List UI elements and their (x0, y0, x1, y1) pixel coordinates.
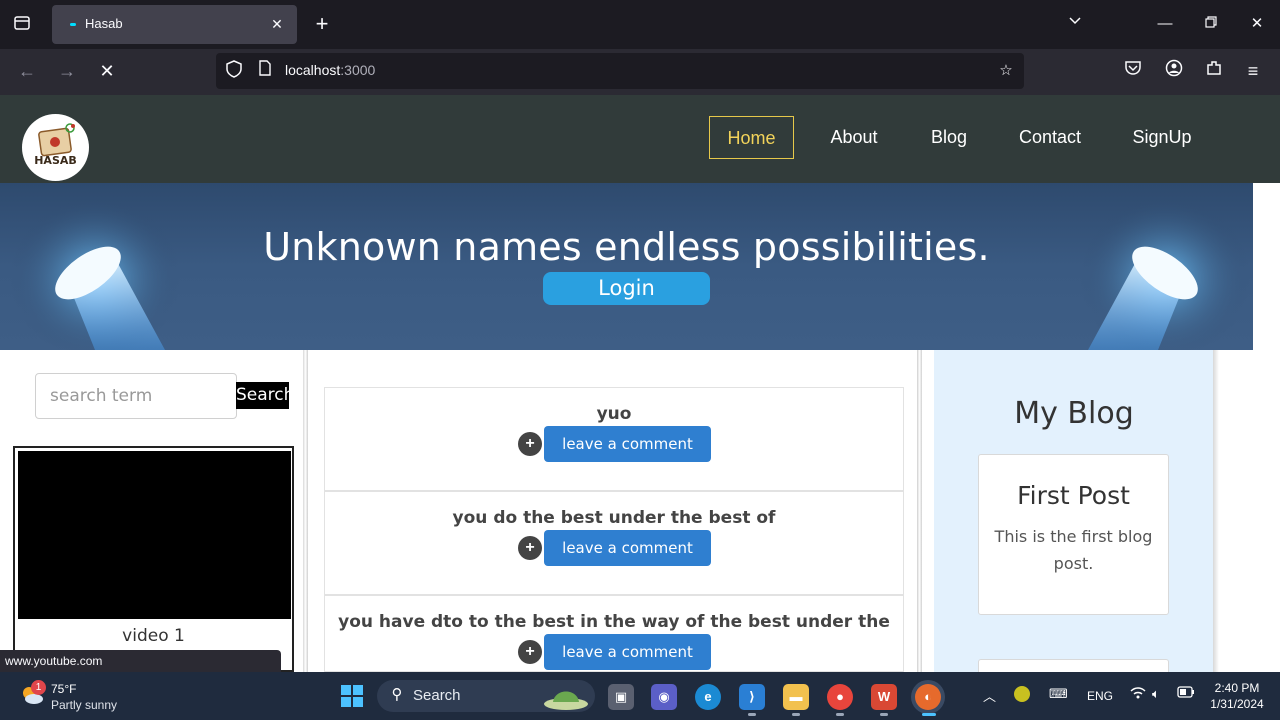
nav-contact[interactable]: Contact (1008, 116, 1092, 159)
back-icon[interactable]: ← (15, 59, 39, 83)
wifi-icon[interactable] (1130, 686, 1146, 703)
app-active-indicator (922, 713, 936, 716)
extensions-icon[interactable] (1202, 59, 1226, 83)
post-card: you do the best under the best of + leav… (324, 491, 904, 595)
wps-office-icon[interactable]: W (871, 684, 897, 710)
add-comment-icon: + (518, 432, 542, 456)
show-hidden-icons-icon[interactable]: ︿ (983, 686, 996, 705)
close-window-icon[interactable]: ✕ (1245, 12, 1269, 36)
tab-close-icon[interactable]: ✕ (267, 14, 287, 34)
browser-tab-bar: Hasab ✕ + — ✕ (0, 0, 1280, 49)
left-sidebar: search term Search video 1 (0, 350, 305, 672)
blog-post-title: First Post (1017, 481, 1130, 510)
search-input[interactable]: search term (35, 373, 237, 419)
start-icon[interactable] (340, 684, 364, 708)
clock-date: 1/31/2024 (1210, 697, 1264, 711)
posts-feed: yuo + leave a comment you do the best un… (308, 350, 918, 672)
nav-blog[interactable]: Blog (920, 116, 978, 159)
shield-icon[interactable] (223, 60, 245, 82)
tab-title: Hasab (85, 16, 123, 31)
minimize-icon[interactable]: — (1153, 12, 1177, 36)
page-scroll-gap (1253, 183, 1280, 350)
add-comment-icon: + (518, 640, 542, 664)
clock-time: 2:40 PM (1214, 681, 1260, 695)
hero-banner: Unknown names endless possibilities. Log… (0, 183, 1253, 350)
post-card: yuo + leave a comment (324, 387, 904, 491)
nav-home[interactable]: Home (709, 116, 794, 159)
logo-emblem-icon (38, 123, 75, 157)
taskbar: 1 75°F Partly sunny ⚲ Search ▣ ◉ e ⟩ ▬ ●… (0, 672, 1280, 720)
search-highlight-icon (544, 691, 588, 710)
blog-heading: My Blog (1014, 396, 1134, 431)
app-running-indicator (748, 713, 756, 716)
taskbar-clock[interactable]: 2:40 PM 1/31/2024 (1206, 680, 1268, 712)
nav-signup[interactable]: SignUp (1122, 116, 1202, 159)
chrome-icon[interactable]: ● (827, 684, 853, 710)
post-card: you have dto to the best in the way of t… (324, 595, 904, 672)
status-url: www.youtube.com (0, 650, 281, 672)
app-running-indicator (880, 713, 888, 716)
blog-post-card[interactable]: First Post This is the first blog post. (978, 454, 1169, 615)
url-text: localhost:3000 (285, 62, 375, 78)
list-all-tabs-icon[interactable] (1063, 12, 1087, 36)
language-indicator[interactable]: ENG (1087, 689, 1113, 703)
tab-loading-icon (70, 23, 76, 26)
site-logo[interactable]: HASAB (22, 114, 89, 181)
browser-toolbar: ← → ✕ localhost:3000 ☆ ≡ (0, 49, 1280, 95)
post-title: yuo (596, 404, 632, 424)
leave-comment-button[interactable]: leave a comment (544, 634, 711, 670)
weather-badge: 1 (31, 680, 46, 695)
browser-tab[interactable]: Hasab ✕ (52, 5, 297, 44)
blog-post-card[interactable] (978, 659, 1169, 672)
firefox-icon[interactable]: ◐ (915, 684, 941, 710)
url-host: localhost (285, 62, 341, 78)
app-running-indicator (836, 713, 844, 716)
page-info-icon[interactable] (254, 60, 276, 82)
volume-icon[interactable]: 🔈︎ (1152, 686, 1160, 702)
bookmark-star-icon[interactable]: ☆ (995, 60, 1017, 82)
menu-icon[interactable]: ≡ (1241, 59, 1265, 83)
video-card: video 1 (13, 446, 294, 672)
blog-sidebar: My Blog First Post This is the first blo… (922, 350, 1280, 672)
address-bar[interactable]: localhost:3000 ☆ (216, 53, 1024, 89)
weather-desc: Partly sunny (51, 698, 118, 712)
add-comment-icon: + (518, 536, 542, 560)
url-port: :3000 (340, 62, 376, 78)
logo-text: HASAB (34, 154, 77, 167)
stop-loading-icon[interactable]: ✕ (95, 59, 119, 83)
restore-icon[interactable] (1199, 12, 1223, 36)
search-icon: ⚲ (391, 686, 403, 703)
blog-post-body: This is the first blog post. (994, 527, 1153, 573)
hero-title: Unknown names endless possibilities. (263, 225, 990, 269)
edge-icon[interactable]: e (695, 684, 721, 710)
app-running-indicator (792, 713, 800, 716)
column-divider (1213, 350, 1219, 672)
video-label: video 1 (122, 626, 185, 646)
post-title: you do the best under the best of (452, 508, 776, 528)
weather-temp: 75°F (51, 682, 77, 696)
task-view-icon[interactable]: ▣ (608, 684, 634, 710)
vscode-icon[interactable]: ⟩ (739, 684, 765, 710)
teams-icon[interactable]: ◉ (651, 684, 677, 710)
keyboard-icon[interactable]: ⌨ (1049, 686, 1068, 702)
blog-panel: My Blog First Post This is the first blo… (934, 350, 1214, 672)
taskbar-search[interactable]: ⚲ Search (377, 680, 595, 712)
pocket-icon[interactable] (1121, 59, 1145, 83)
taskbar-search-label: Search (413, 687, 461, 704)
nav-about[interactable]: About (818, 116, 890, 159)
tab-list-icon[interactable] (10, 14, 34, 36)
new-tab-icon[interactable]: + (310, 12, 334, 36)
search-button[interactable]: Search (236, 382, 294, 409)
login-button[interactable]: Login (543, 272, 710, 305)
tray-app-icon[interactable] (1014, 686, 1030, 702)
file-explorer-icon[interactable]: ▬ (783, 684, 809, 710)
site-header: HASAB Home About Blog Contact SignUp (0, 95, 1280, 183)
forward-icon[interactable]: → (55, 59, 79, 83)
video-player[interactable] (18, 451, 291, 619)
battery-icon[interactable] (1177, 686, 1195, 701)
account-icon[interactable] (1162, 59, 1186, 83)
leave-comment-button[interactable]: leave a comment (544, 426, 711, 462)
leave-comment-button[interactable]: leave a comment (544, 530, 711, 566)
